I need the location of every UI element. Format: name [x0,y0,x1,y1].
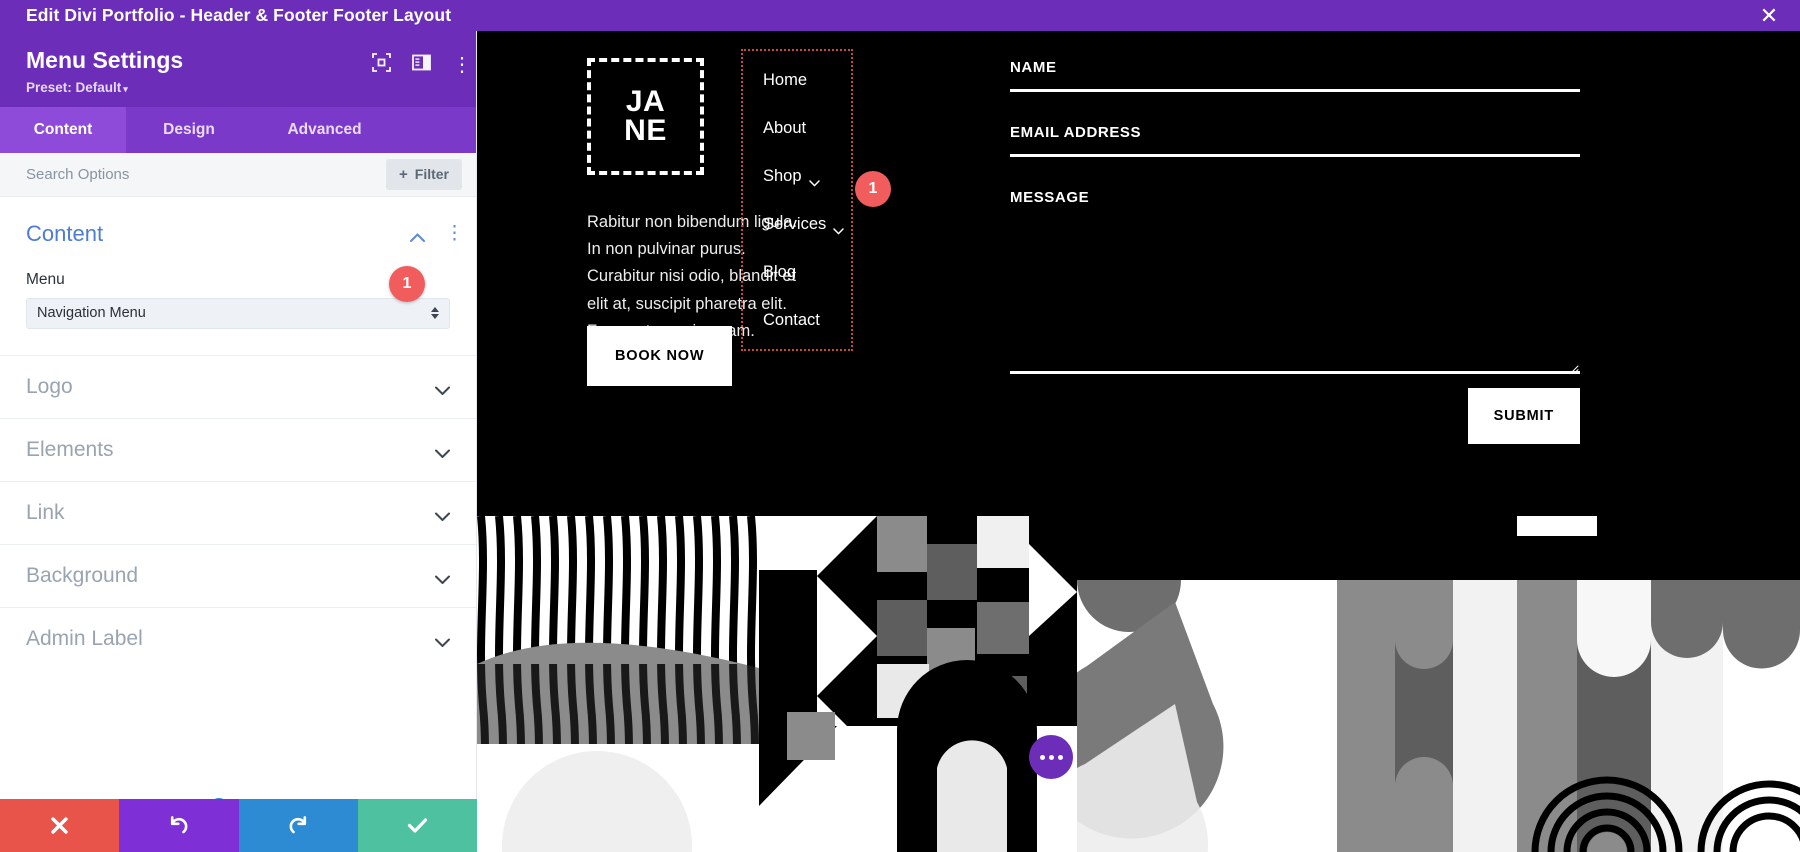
nav-item-shop[interactable]: Shop [763,167,851,187]
more-dots-icon[interactable] [1029,735,1073,779]
geometric-pattern-section [477,516,1800,852]
module-settings-panel: Menu Settings Preset: Default ▾ ⋮ Conten… [0,31,477,852]
cancel-button[interactable] [0,799,120,852]
window-title-bar: Edit Divi Portfolio - Header & Footer Fo… [0,0,1800,31]
nav-item-label: Services [763,215,827,233]
nav-item-label: Contact [763,311,820,329]
menu-select-wrapper: Navigation Menu [26,297,450,329]
content-section-tools: ⋮ [410,224,464,243]
panel-header: Menu Settings Preset: Default ▾ ⋮ [0,31,476,107]
chevron-up-icon[interactable] [410,229,425,243]
nav-item-services[interactable]: Services [763,215,851,235]
logo: JA NE [587,58,704,175]
accordion-label: Background [26,563,139,587]
accordion-admin-label[interactable]: Admin Label [0,606,476,670]
filter-label: Filter [414,166,449,183]
panel-header-icons: ⋮ [372,53,472,77]
panel-preset-selector[interactable]: Preset: Default ▾ [26,80,454,95]
content-section-title: Content [26,220,104,246]
settings-accordion: Logo Elements Link Background Admin Labe… [0,354,476,670]
message-textarea[interactable] [1010,219,1580,374]
panel-preset-label: Preset: Default [26,79,122,95]
chevron-down-icon [435,571,450,585]
nav-item-label: Home [763,71,808,89]
accordion-label: Logo [26,374,73,398]
filter-button[interactable]: + Filter [386,158,462,190]
nav-item-home[interactable]: Home [763,71,851,90]
nav-item-about[interactable]: About [763,119,851,138]
email-field-label: EMAIL ADDRESS [1010,124,1142,141]
menu-field: Menu Navigation Menu [26,271,450,329]
nav-item-blog[interactable]: Blog [763,263,851,282]
save-button[interactable] [357,799,477,852]
chevron-down-icon [435,382,450,396]
tab-content[interactable]: Content [0,106,126,153]
nav-item-contact[interactable]: Contact [763,311,851,330]
contact-form: NAME EMAIL ADDRESS MESSAGE SUBMIT [1010,59,1580,444]
redo-button[interactable] [238,799,358,852]
logo-line-1: JA [625,85,666,118]
chevron-down-icon [833,221,845,235]
nav-item-label: Shop [763,167,802,185]
accordion-elements[interactable]: Elements [0,417,476,481]
chevron-down-icon [435,445,450,459]
more-options-icon[interactable]: ⋮ [445,224,464,243]
panel-action-bar [0,799,477,852]
navigation-menu-module[interactable]: Home About Shop Services Blog Contact [741,49,853,351]
close-icon[interactable]: ✕ [1756,3,1782,29]
plus-icon: + [399,165,408,183]
email-input[interactable] [1010,154,1580,157]
settings-tabs: Content Design Advanced [0,106,476,153]
nav-item-label: About [763,119,807,137]
tab-design[interactable]: Design [126,107,252,153]
accordion-logo[interactable]: Logo [0,354,476,418]
menu-field-label: Menu [26,270,65,288]
tab-advanced[interactable]: Advanced [252,107,397,153]
chevron-down-icon [808,173,820,187]
accordion-link[interactable]: Link [0,480,476,544]
accordion-label: Elements [26,437,114,461]
chevron-down-icon [435,634,450,648]
logo-line-2: NE [624,113,667,147]
chevron-down-icon [435,508,450,522]
nav-item-label: Blog [763,263,797,281]
submit-button[interactable]: SUBMIT [1467,388,1580,444]
content-section-header[interactable]: Content ⋮ [26,220,464,247]
layout-panel-icon[interactable] [412,53,431,77]
book-now-button[interactable]: BOOK NOW [587,326,733,386]
accordion-background[interactable]: Background [0,543,476,607]
layout-preview: JA NE Rabitur non bibendum ligula. In no… [477,31,1800,852]
step-badge-nav[interactable]: 1 [855,171,891,207]
step-badge-panel[interactable]: 1 [389,266,425,302]
pattern-graphic [477,516,1800,852]
accordion-label: Admin Label [26,626,143,650]
chevron-down-icon: ▾ [123,83,128,94]
accordion-label: Link [26,500,65,524]
menu-select[interactable]: Navigation Menu [26,297,450,329]
undo-button[interactable] [119,799,239,852]
message-field-label: MESSAGE [1010,189,1090,206]
search-options-bar: + Filter [0,152,476,197]
footer-section: JA NE Rabitur non bibendum ligula. In no… [477,31,1800,516]
focus-target-icon[interactable] [372,53,391,77]
window-title: Edit Divi Portfolio - Header & Footer Fo… [26,5,452,25]
search-input[interactable] [26,165,386,183]
resize-handle-icon[interactable] [1570,361,1579,374]
message-underline [1010,371,1580,374]
content-section: Content ⋮ Menu Navigation Menu [0,197,476,329]
name-field-label: NAME [1010,59,1057,76]
more-options-icon[interactable]: ⋮ [452,55,472,75]
name-input[interactable] [1010,89,1580,92]
